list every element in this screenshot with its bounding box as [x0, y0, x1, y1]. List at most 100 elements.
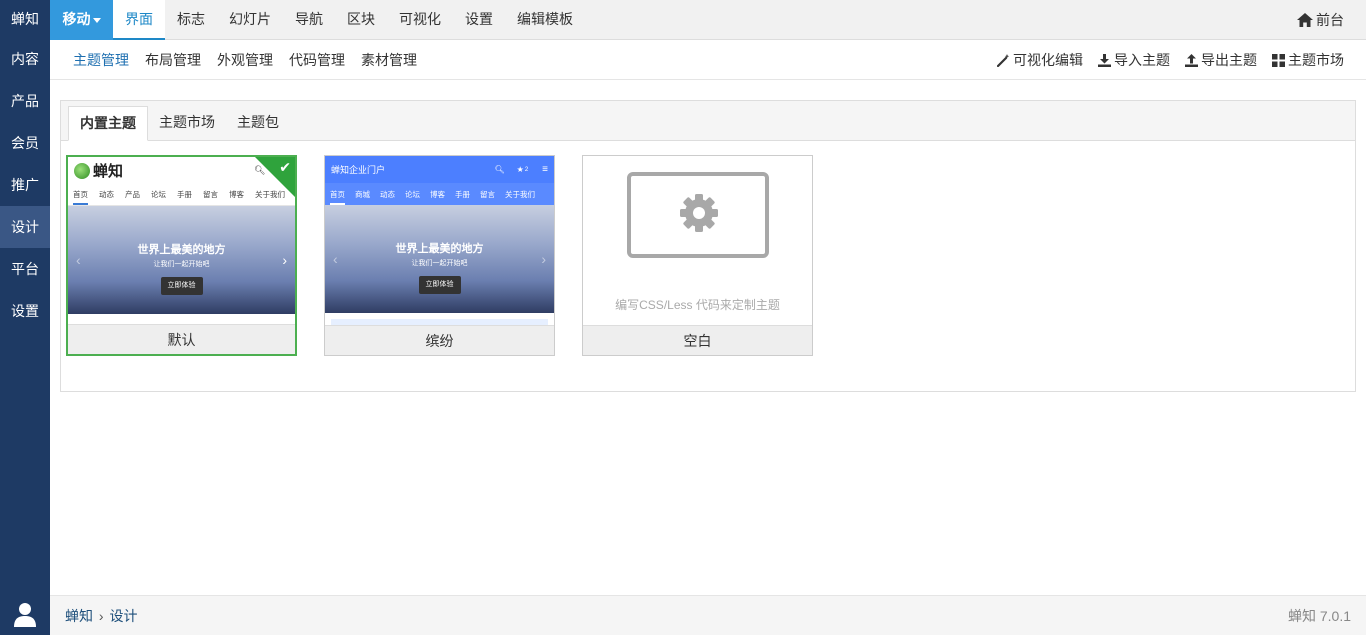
preview-nav-item: 首页	[330, 189, 345, 205]
import-theme-button[interactable]: 导入主题	[1098, 50, 1170, 70]
breadcrumb-root[interactable]: 蝉知	[65, 608, 93, 624]
preview-logo-text: 蝉知	[93, 163, 124, 180]
sidebar-item-platform[interactable]: 平台	[0, 248, 50, 290]
sublink-appearance-management[interactable]: 外观管理	[217, 50, 273, 70]
sublink-code-management[interactable]: 代码管理	[289, 50, 345, 70]
grid-icon	[1272, 53, 1285, 67]
preview-nav-item: 手册	[455, 189, 470, 199]
preview-nav-item: 商城	[355, 189, 370, 199]
sub-navbar: 主题管理 布局管理 外观管理 代码管理 素材管理 可视化编辑 导入主题 导出主题…	[50, 40, 1366, 80]
gear-icon	[680, 194, 718, 232]
sidebar: 蝉知 内容 产品 会员 推广 设计 平台 设置	[0, 0, 50, 635]
export-theme-button[interactable]: 导出主题	[1185, 50, 1257, 70]
theme-card-default[interactable]: 蝉知 🔍︎ ★ 2 首页 动态 产品 论坛 手册 留言 博客 关于我们 世界上最…	[66, 155, 297, 356]
theme-name: 默认	[68, 324, 295, 354]
chevron-left-icon: ‹	[76, 252, 81, 268]
visual-edit-button[interactable]: 可视化编辑	[997, 50, 1083, 70]
upload-icon	[1185, 53, 1198, 67]
tab-theme-package[interactable]: 主题包	[226, 106, 290, 141]
theme-preview: 蝉知企业门户 🔍︎ ★ 2 ≡ 首页 商城 动态 论坛 博客 手册 留言 关于我…	[325, 156, 554, 326]
preview-hero-title: 世界上最美的地方	[395, 243, 484, 255]
mobile-label: 移动	[62, 11, 91, 27]
preview-nav-item: 博客	[430, 189, 445, 199]
sublink-theme-management[interactable]: 主题管理	[73, 50, 129, 70]
tab-navigation[interactable]: 导航	[283, 0, 335, 40]
tab-edit-template[interactable]: 编辑模板	[505, 0, 585, 40]
preview-nav-item: 首页	[73, 189, 88, 205]
chevron-right-icon: ›	[541, 251, 546, 267]
tab-builtin-themes[interactable]: 内置主题	[68, 106, 148, 141]
menu-icon: ≡	[542, 164, 548, 175]
preview-hero-title: 世界上最美的地方	[137, 244, 226, 256]
sidebar-item-promotion[interactable]: 推广	[0, 164, 50, 206]
breadcrumb: 蝉知 › 设计	[65, 596, 137, 635]
preview-logo-text: 蝉知企业门户	[331, 165, 386, 175]
chevron-right-icon: ›	[282, 252, 287, 268]
cart-count: 2	[524, 166, 529, 173]
preview-nav-item: 关于我们	[505, 189, 535, 199]
tab-settings[interactable]: 设置	[453, 0, 505, 40]
tab-interface[interactable]: 界面	[113, 0, 165, 40]
sub-nav-links: 主题管理 布局管理 外观管理 代码管理 素材管理	[73, 40, 417, 80]
top-navbar: 移动 界面 标志 幻灯片 导航 区块 可视化 设置 编辑模板 前台	[50, 0, 1366, 40]
preview-nav-item: 动态	[99, 190, 114, 199]
preview-nav-item: 产品	[125, 190, 140, 199]
preview-nav-item: 手册	[177, 190, 192, 199]
theme-market-button[interactable]: 主题市场	[1272, 50, 1344, 70]
blank-theme-hint: 编写CSS/Less 代码来定制主题	[615, 298, 780, 312]
theme-market-label: 主题市场	[1288, 52, 1344, 68]
preview-logo-icon	[74, 162, 90, 179]
caret-down-icon	[92, 17, 101, 23]
sidebar-item-product[interactable]: 产品	[0, 80, 50, 122]
footer: 蝉知 › 设计 蝉知 7.0.1	[50, 595, 1366, 635]
brand-logo[interactable]: 蝉知	[0, 0, 50, 38]
sidebar-item-settings[interactable]: 设置	[0, 290, 50, 332]
sidebar-item-content[interactable]: 内容	[0, 38, 50, 80]
theme-tabs: 内置主题 主题市场 主题包	[68, 106, 290, 141]
breadcrumb-current: 设计	[109, 608, 138, 624]
theme-name: 缤纷	[325, 325, 554, 355]
theme-card-colorful[interactable]: 蝉知企业门户 🔍︎ ★ 2 ≡ 首页 商城 动态 论坛 博客 手册 留言 关于我…	[324, 155, 555, 356]
preview-nav-item: 论坛	[405, 189, 420, 199]
theme-name: 空白	[583, 325, 812, 355]
preview-hero-button: 立即体验	[160, 277, 203, 295]
preview-nav-item: 留言	[480, 189, 495, 199]
sublink-layout-management[interactable]: 布局管理	[145, 50, 201, 70]
frontend-link[interactable]: 前台	[1297, 0, 1344, 40]
preview-nav: 首页 商城 动态 论坛 博客 手册 留言 关于我们	[325, 183, 554, 205]
tab-logo[interactable]: 标志	[165, 0, 217, 40]
theme-panel: 内置主题 主题市场 主题包 蝉知 🔍︎ ★ 2 首页 动态 产品 论坛 手册 留…	[60, 100, 1356, 392]
top-nav-tabs: 界面 标志 幻灯片 导航 区块 可视化 设置 编辑模板	[113, 0, 585, 40]
preview-nav-item: 留言	[203, 190, 218, 199]
version-label: 蝉知 7.0.1	[1287, 608, 1351, 624]
check-icon: ✔	[279, 159, 291, 175]
user-avatar[interactable]	[0, 593, 50, 635]
search-icon: 🔍︎	[494, 165, 505, 174]
cart-icon: ★	[516, 165, 524, 174]
preview-hero: 世界上最美的地方 让我们一起开始吧 立即体验 ‹ ›	[68, 206, 295, 314]
tab-theme-market[interactable]: 主题市场	[148, 106, 226, 141]
preview-hero-subtitle: 让我们一起开始吧	[411, 260, 468, 267]
preview-header: 蝉知企业门户 🔍︎ ★ 2 ≡	[325, 156, 554, 183]
sidebar-item-design[interactable]: 设计	[0, 206, 50, 248]
sublink-asset-management[interactable]: 素材管理	[361, 50, 417, 70]
preview-hero-subtitle: 让我们一起开始吧	[153, 261, 210, 268]
download-icon	[1098, 53, 1111, 67]
preview-nav-item: 博客	[229, 190, 244, 199]
theme-card-blank[interactable]: 编写CSS/Less 代码来定制主题 空白	[582, 155, 813, 356]
tab-blocks[interactable]: 区块	[335, 0, 387, 40]
home-icon	[1297, 13, 1313, 27]
tab-visual[interactable]: 可视化	[387, 0, 453, 40]
export-theme-label: 导出主题	[1201, 52, 1257, 68]
theme-cards: 蝉知 🔍︎ ★ 2 首页 动态 产品 论坛 手册 留言 博客 关于我们 世界上最…	[66, 155, 813, 356]
tab-slides[interactable]: 幻灯片	[217, 0, 283, 40]
mobile-dropdown-button[interactable]: 移动	[50, 0, 113, 40]
user-icon	[14, 603, 36, 627]
visual-edit-label: 可视化编辑	[1013, 52, 1083, 68]
chevron-left-icon: ‹	[333, 251, 338, 267]
sub-nav-actions: 可视化编辑 导入主题 导出主题 主题市场	[997, 40, 1344, 80]
sidebar-item-member[interactable]: 会员	[0, 122, 50, 164]
frontend-label: 前台	[1316, 12, 1344, 28]
preview-nav-item: 动态	[380, 189, 395, 199]
import-theme-label: 导入主题	[1114, 52, 1170, 68]
